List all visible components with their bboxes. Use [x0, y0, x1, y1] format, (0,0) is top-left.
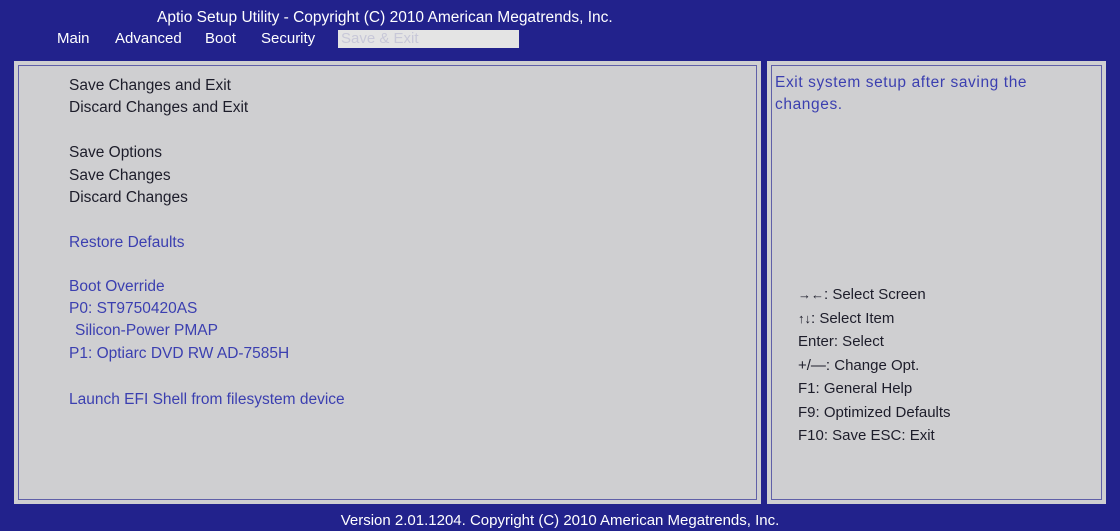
tab-security[interactable]: Security: [258, 30, 318, 48]
key-legend-row: F9: Optimized Defaults: [798, 401, 951, 425]
save-options-heading: Save Options: [69, 144, 163, 161]
tab-save-exit[interactable]: Save & Exit: [338, 30, 519, 48]
version-footer: Version 2.01.1204. Copyright (C) 2010 Am…: [0, 510, 1120, 531]
save-changes-and-exit-item[interactable]: Save Changes and Exit: [69, 77, 231, 95]
boot-override-p0-item[interactable]: P0: ST9750420AS: [69, 300, 197, 318]
save-changes-item[interactable]: Save Changes: [69, 167, 171, 185]
launch-efi-shell-item[interactable]: Launch EFI Shell from filesystem device: [69, 391, 345, 409]
tab-main[interactable]: Main: [54, 30, 93, 48]
arrows-up-down-icon: ↑↓: [798, 310, 811, 326]
boot-override-silicon-power-item[interactable]: Silicon-Power PMAP: [75, 322, 218, 340]
boot-override-p1-item[interactable]: P1: Optiarc DVD RW AD-7585H: [69, 345, 289, 363]
key-legend-row: F10: Save ESC: Exit: [798, 424, 951, 448]
tab-boot[interactable]: Boot: [202, 30, 239, 48]
key-legend-text: F1: General Help: [798, 380, 913, 397]
restore-defaults-item[interactable]: Restore Defaults: [69, 234, 184, 252]
key-legend-text: +/—: Change Opt.: [798, 356, 920, 374]
key-legend-row: F1: General Help: [798, 377, 951, 401]
boot-override-heading: Boot Override: [69, 278, 165, 295]
discard-changes-and-exit-item[interactable]: Discard Changes and Exit: [69, 99, 248, 117]
discard-changes-item[interactable]: Discard Changes: [69, 189, 188, 207]
key-legend-row: ↑↓: Select Item: [798, 307, 951, 331]
tab-advanced[interactable]: Advanced: [112, 30, 185, 48]
utility-title: Aptio Setup Utility - Copyright (C) 2010…: [157, 9, 613, 26]
key-legend-text: F10: Save ESC: Exit: [798, 427, 935, 444]
key-legend-row: →←: Select Screen: [798, 283, 951, 307]
key-legend-row: Enter: Select: [798, 330, 951, 354]
key-legend-row: +/—: Change Opt.: [798, 354, 951, 378]
header-bar: Aptio Setup Utility - Copyright (C) 2010…: [0, 0, 1120, 48]
key-legend: →←: Select Screen ↑↓: Select Item Enter:…: [798, 283, 951, 448]
arrows-left-right-icon: →←: [798, 287, 824, 302]
key-legend-text: : Select Screen: [824, 286, 926, 303]
key-legend-text: Enter: Select: [798, 333, 884, 350]
help-description: Exit system setup after saving the chang…: [775, 74, 1028, 113]
key-legend-text: : Select Item: [811, 309, 895, 327]
key-legend-text: F9: Optimized Defaults: [798, 403, 951, 421]
